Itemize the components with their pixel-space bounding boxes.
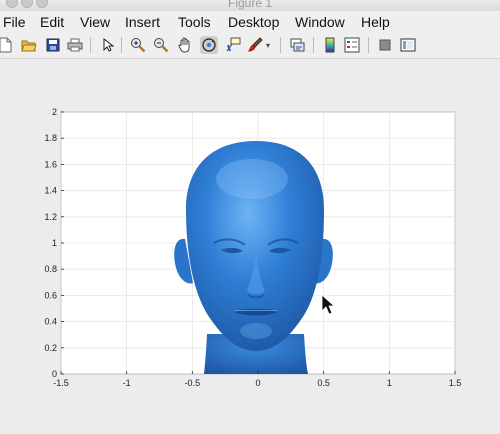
figure-canvas[interactable]: 0 0.2 0.4 0.6 0.8 1 1.2 1.4 1.6 1.8 2 -1.5 -1 -0.5 0 0…	[0, 59, 500, 434]
toolbar-separator	[368, 37, 369, 53]
menu-bar: File Edit View Insert Tools Desktop Wind…	[0, 11, 500, 33]
rotate-3d-button[interactable]	[200, 36, 218, 54]
link-plot-button[interactable]	[288, 36, 306, 54]
brush-button[interactable]	[246, 36, 264, 54]
y-tick-label: 1.4	[44, 186, 57, 196]
new-figure-icon	[0, 37, 12, 53]
hide-plot-tools-icon	[379, 39, 391, 51]
edit-plot-button[interactable]	[99, 36, 117, 54]
toolbar-separator	[90, 37, 91, 53]
save-icon	[46, 38, 60, 52]
zoom-out-icon	[154, 38, 169, 53]
insert-colorbar-button[interactable]	[321, 36, 339, 54]
legend-icon	[344, 37, 360, 53]
save-button[interactable]	[44, 36, 62, 54]
y-tick-label: 0.4	[44, 317, 57, 327]
menu-help[interactable]: Help	[361, 14, 390, 30]
toolbar-separator	[121, 37, 122, 53]
y-tick-label: 1.8	[44, 133, 57, 143]
insert-legend-button[interactable]	[343, 36, 361, 54]
menu-desktop[interactable]: Desktop	[228, 14, 279, 30]
link-plot-icon	[290, 38, 305, 52]
pan-hand-icon	[178, 37, 190, 53]
toolbar-separator	[280, 37, 281, 53]
zoom-out-button[interactable]	[152, 36, 170, 54]
x-tick-label: 0.5	[317, 378, 330, 388]
colorbar-icon	[325, 37, 335, 53]
menu-insert[interactable]: Insert	[125, 14, 160, 30]
menu-view[interactable]: View	[80, 14, 110, 30]
toolbar-separator	[313, 37, 314, 53]
y-tick-label: 0.2	[44, 343, 57, 353]
x-tick-label: 0	[255, 378, 260, 388]
data-cursor-icon	[226, 37, 241, 52]
figure-toolbar: ▾	[0, 33, 500, 59]
y-tick-label: 1.6	[44, 159, 57, 169]
x-tick-label: -1.5	[53, 378, 69, 388]
y-tick-label: 0.6	[44, 290, 57, 300]
x-tick-label: 1	[387, 378, 392, 388]
menu-tools[interactable]: Tools	[178, 14, 211, 30]
menu-edit[interactable]: Edit	[40, 14, 64, 30]
hide-plot-tools-button[interactable]	[376, 36, 394, 54]
y-tick-label: 0.8	[44, 264, 57, 274]
print-icon	[67, 38, 83, 52]
y-tick-label: 2	[52, 107, 57, 117]
pan-button[interactable]	[176, 36, 194, 54]
select-arrow-icon	[103, 38, 114, 52]
axes[interactable]: 00.20.40.60.811.21.41.61.82 -1.5 -1 -0.5 0 0…	[0, 59, 500, 434]
x-tick-label: 1.5	[449, 378, 462, 388]
show-plot-tools-icon	[400, 38, 416, 52]
menu-window[interactable]: Window	[295, 14, 345, 30]
open-file-icon	[21, 40, 37, 52]
open-file-button[interactable]	[20, 36, 38, 54]
y-tick-label: 1	[52, 238, 57, 248]
zoom-in-icon	[131, 38, 146, 53]
y-tick-label: 1.2	[44, 212, 57, 222]
brush-icon	[247, 37, 263, 52]
zoom-in-button[interactable]	[129, 36, 147, 54]
show-plot-tools-button[interactable]	[399, 36, 417, 54]
brush-dropdown-icon[interactable]: ▾	[266, 41, 270, 50]
x-tick-label: -1	[123, 378, 131, 388]
x-tick-label: -0.5	[185, 378, 201, 388]
rotate-3d-icon	[202, 38, 216, 52]
new-figure-button[interactable]	[0, 36, 14, 54]
data-cursor-button[interactable]	[224, 36, 242, 54]
print-button[interactable]	[66, 36, 84, 54]
menu-file[interactable]: File	[3, 14, 26, 30]
window-title: Figure 1	[227, 0, 273, 10]
